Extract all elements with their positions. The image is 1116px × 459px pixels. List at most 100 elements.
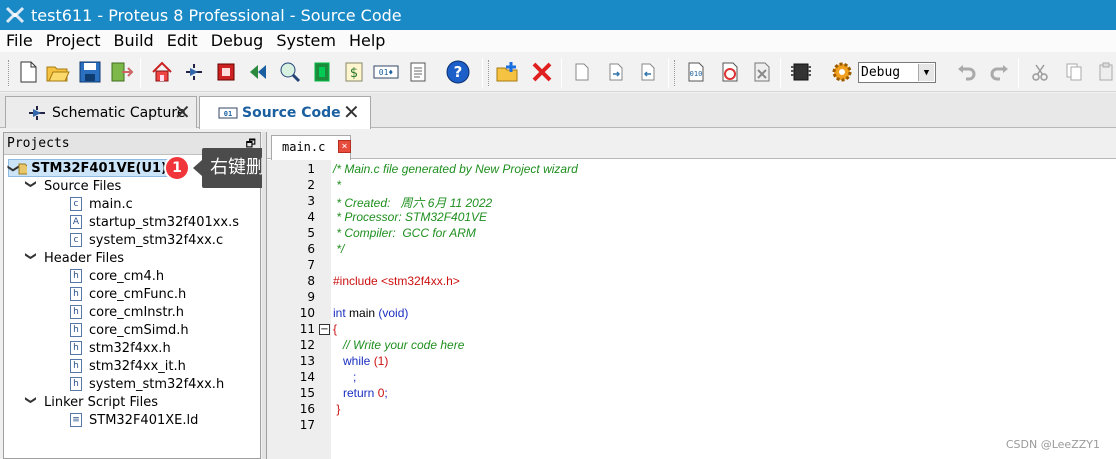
code-line[interactable]: #include <stm32f4xx.h>	[333, 274, 460, 288]
code-line[interactable]: * Compiler: GCC for ARM	[333, 226, 476, 240]
code-editor[interactable]: main.c × 1 /* Main.c file generated by Ne…	[266, 132, 1116, 459]
tooltip-arrow	[193, 160, 202, 176]
tree-file-item[interactable]: ≡ STM32F401XE.ld	[70, 411, 198, 429]
svg-text:?: ?	[454, 63, 463, 81]
compiler-settings-icon[interactable]	[829, 59, 855, 85]
code-line[interactable]: /* Main.c file generated by New Project …	[333, 162, 578, 176]
tree-file-item[interactable]: h stm32f4xx_it.h	[70, 357, 186, 375]
line-number: 14	[299, 370, 315, 384]
code-line[interactable]: int main (void)	[333, 306, 408, 320]
clean-project-icon[interactable]	[749, 59, 775, 85]
help-icon[interactable]: ?	[445, 59, 471, 85]
fold-toggle-icon[interactable]: −	[319, 324, 330, 335]
tree-file-item[interactable]: h system_stm32f4xx.h	[70, 375, 224, 393]
code-token: int	[333, 306, 346, 320]
chevron-down-icon[interactable]: ▼	[918, 64, 934, 81]
tab-source-code[interactable]: 01 Source Code ✕	[199, 96, 371, 129]
menu-edit[interactable]: Edit	[161, 30, 205, 52]
tree-file-item[interactable]: h core_cmFunc.h	[70, 285, 186, 303]
save-project-icon[interactable]	[77, 59, 103, 85]
source-code-icon[interactable]: 01♦	[373, 59, 399, 85]
tree-group-item[interactable]: ❯ Header Files	[24, 249, 125, 267]
close-icon[interactable]: ✕	[343, 102, 361, 122]
new-project-icon[interactable]	[15, 59, 41, 85]
file-label: stm32f4xx_it.h	[89, 358, 186, 374]
copy-icon[interactable]	[1061, 59, 1087, 85]
menu-help[interactable]: Help	[343, 30, 392, 52]
code-line[interactable]: * Created: 周六 6月 11 2022	[333, 194, 492, 211]
redo-icon[interactable]	[987, 59, 1013, 85]
menu-build[interactable]: Build	[108, 30, 161, 52]
import-file-icon[interactable]	[603, 59, 629, 85]
file-label: core_cm4.h	[89, 268, 165, 284]
project-root-item[interactable]: ❯ STM32F401VE(U1)	[7, 159, 168, 177]
remove-file-icon[interactable]	[529, 59, 555, 85]
editor-tab-main-c[interactable]: main.c ×	[271, 135, 351, 160]
code-line[interactable]: {	[333, 322, 337, 336]
code-line[interactable]: *	[333, 178, 341, 192]
code-token: ;	[384, 386, 388, 400]
add-new-file-icon[interactable]	[495, 59, 521, 85]
menu-system[interactable]: System	[270, 30, 343, 52]
pcb-layout-icon[interactable]	[213, 59, 239, 85]
menu-debug[interactable]: Debug	[205, 30, 271, 52]
schematic-capture-icon[interactable]	[181, 59, 207, 85]
chevron-down-icon[interactable]: ❯	[7, 163, 20, 172]
tree-file-item[interactable]: h core_cmSimd.h	[70, 321, 189, 339]
line-number: 13	[299, 354, 315, 368]
code-line[interactable]: * Processor: STM32F401VE	[333, 210, 487, 224]
chevron-down-icon[interactable]: ❯	[25, 395, 38, 409]
tree-file-item[interactable]: h stm32f4xx.h	[70, 339, 171, 357]
code-line[interactable]: */	[333, 242, 344, 256]
undo-icon[interactable]	[953, 59, 979, 85]
tree-file-item[interactable]: h core_cmInstr.h	[70, 303, 184, 321]
debug-chip-icon[interactable]	[788, 59, 814, 85]
tree-group-item[interactable]: ❯ Linker Script Files	[24, 393, 159, 411]
code-token: // Write your code here	[333, 338, 465, 352]
tree-file-item[interactable]: c main.c	[70, 195, 133, 213]
code-line[interactable]: }	[333, 402, 340, 416]
code-token: (1)	[373, 354, 389, 368]
build-configuration-value: Debug	[861, 65, 901, 80]
tab-schematic-capture[interactable]: Schematic Capture ✕	[5, 96, 197, 128]
tree-file-item[interactable]: h core_cm4.h	[70, 267, 164, 285]
paste-icon[interactable]	[1093, 59, 1116, 85]
tree-group-item[interactable]: ❯ Source Files	[24, 177, 122, 195]
file-label: core_cmSimd.h	[89, 322, 189, 338]
chevron-down-icon[interactable]: ❯	[25, 251, 38, 265]
chevron-down-icon[interactable]: ❯	[25, 179, 38, 193]
cut-icon[interactable]	[1027, 59, 1053, 85]
code-line[interactable]: ;	[333, 370, 356, 384]
project-notes-icon[interactable]	[405, 59, 431, 85]
build-configuration-select[interactable]: Debug ▼	[858, 62, 936, 83]
toolbar-grip[interactable]	[8, 60, 11, 86]
code-line[interactable]: while (1)	[333, 354, 388, 368]
design-explorer-icon[interactable]	[277, 59, 303, 85]
bill-of-materials-icon[interactable]: $	[341, 59, 367, 85]
new-file-icon[interactable]	[569, 59, 595, 85]
tree-file-item[interactable]: Astartup_stm32f401xx.s	[70, 213, 239, 231]
toolbar-grip[interactable]	[488, 60, 491, 86]
close-icon[interactable]: ×	[338, 140, 351, 153]
menu-project[interactable]: Project	[40, 30, 108, 52]
code-token: ;	[333, 370, 357, 384]
line-number: 12	[299, 338, 315, 352]
proteus-app-icon[interactable]	[4, 4, 26, 26]
code-line[interactable]: // Write your code here	[333, 338, 464, 352]
line-number: 7	[307, 258, 315, 272]
simulation-graph-icon[interactable]	[245, 59, 271, 85]
tree-file-item[interactable]: c system_stm32f4xx.c	[70, 231, 223, 249]
open-project-icon[interactable]	[45, 59, 71, 85]
export-file-icon[interactable]	[635, 59, 661, 85]
home-page-icon[interactable]	[149, 59, 175, 85]
close-icon[interactable]: ✕	[174, 102, 192, 122]
3d-viewer-icon[interactable]	[309, 59, 335, 85]
file-label: system_stm32f4xx.h	[89, 376, 225, 392]
code-line[interactable]: return 0;	[333, 386, 388, 400]
file-A-icon: A	[70, 215, 82, 229]
close-project-icon[interactable]	[109, 59, 135, 85]
build-project-icon[interactable]: 010	[683, 59, 709, 85]
rebuild-project-icon[interactable]	[717, 59, 743, 85]
toolbar-grip[interactable]	[674, 60, 677, 86]
menu-file[interactable]: File	[0, 30, 40, 52]
